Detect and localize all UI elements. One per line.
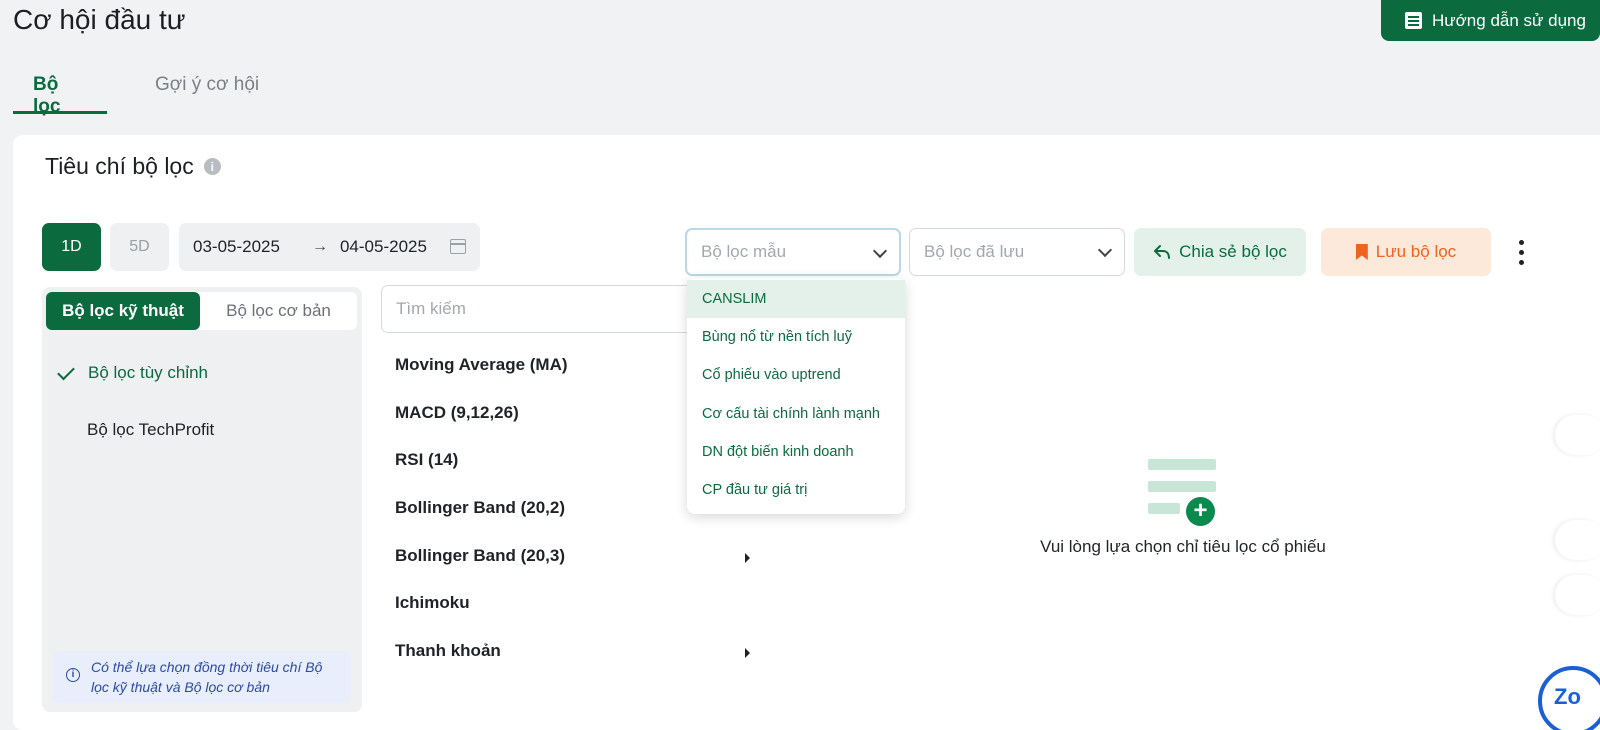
indicator-label: MACD (9,12,26)	[395, 402, 519, 422]
page-title: Cơ hội đầu tư	[13, 4, 186, 35]
indicator-label: Thanh khoản	[395, 641, 501, 661]
document-list-icon	[1405, 12, 1422, 29]
custom-filter-label: Bộ lọc tùy chỉnh	[88, 363, 209, 382]
custom-filter-item[interactable]: Bộ lọc tùy chỉnh	[56, 362, 209, 383]
technical-filter-tab[interactable]: Bộ lọc kỹ thuật	[46, 292, 200, 330]
date-range-picker[interactable]: 03-05-2025 → 04-05-2025	[179, 223, 480, 271]
filter-criteria-heading: Tiêu chí bộ lọc i	[45, 153, 221, 180]
share-reply-icon	[1154, 245, 1171, 259]
dot	[1518, 249, 1524, 255]
filter-criteria-title: Tiêu chí bộ lọc	[45, 153, 194, 179]
techprofit-filter-item[interactable]: Bộ lọc TechProfit	[87, 420, 214, 440]
indicator-item[interactable]: Thanh khoản	[395, 633, 765, 681]
sample-filter-dropdown: CANSLIM Bùng nổ từ nền tích luỹ Cổ phiếu…	[687, 278, 905, 514]
save-filter-button[interactable]: Lưu bộ lọc	[1321, 228, 1491, 276]
caret-right-icon	[745, 552, 750, 563]
indicator-label: Moving Average (MA)	[395, 355, 568, 374]
info-note: i Có thể lựa chọn đồng thời tiêu chí Bộ …	[53, 651, 351, 703]
saved-filter-placeholder: Bộ lọc đã lưu	[924, 242, 1025, 261]
tab-filter[interactable]: Bộ lọc	[13, 62, 107, 117]
dropdown-option[interactable]: Cơ cấu tài chính lành mạnh	[687, 395, 905, 433]
info-circle-icon: i	[66, 668, 80, 682]
chevron-down-icon	[872, 243, 888, 259]
zalo-chat-icon[interactable]: Zo	[1538, 666, 1600, 730]
save-filter-label: Lưu bộ lọc	[1375, 242, 1457, 261]
side-widget-tab[interactable]	[1555, 575, 1600, 615]
sample-filter-select[interactable]: Bộ lọc mẫu	[685, 228, 901, 276]
dropdown-option[interactable]: Bùng nổ từ nền tích luỹ	[687, 318, 905, 356]
info-icon[interactable]: i	[203, 158, 221, 175]
dropdown-option[interactable]: CANSLIM	[687, 280, 905, 319]
date-to[interactable]: 04-05-2025	[340, 237, 427, 257]
share-filter-button[interactable]: Chia sẻ bộ lọc	[1134, 228, 1306, 276]
period-1d-button[interactable]: 1D	[42, 223, 101, 271]
period-5d-button[interactable]: 5D	[110, 223, 169, 271]
indicator-item[interactable]: Bollinger Band (20,3)	[395, 538, 765, 586]
plus-icon: +	[1186, 497, 1215, 526]
calendar-icon[interactable]	[450, 239, 466, 254]
saved-filter-select[interactable]: Bộ lọc đã lưu	[909, 228, 1125, 276]
dot	[1518, 259, 1524, 265]
user-guide-label: Hướng dẫn sử dụng	[1432, 10, 1586, 30]
date-from[interactable]: 03-05-2025	[193, 237, 280, 257]
empty-state-text: Vui lòng lựa chọn chỉ tiêu lọc cổ phiếu	[1040, 537, 1326, 556]
indicator-label: RSI (14)	[395, 450, 459, 470]
tab-opportunity-suggestions[interactable]: Gợi ý cơ hội	[135, 62, 279, 114]
empty-state: + Vui lòng lựa chọn chỉ tiêu lọc cổ phiế…	[1013, 455, 1353, 557]
user-guide-button[interactable]: Hướng dẫn sử dụng	[1381, 0, 1600, 41]
arrow-right-icon: →	[311, 238, 328, 255]
fundamental-filter-tab[interactable]: Bộ lọc cơ bản	[200, 292, 357, 330]
caret-right-icon	[745, 648, 750, 659]
side-widget-tab[interactable]	[1555, 520, 1600, 560]
indicator-item[interactable]: Ichimoku	[395, 585, 765, 633]
dropdown-option[interactable]: DN đột biến kinh doanh	[687, 433, 905, 471]
info-note-text: Có thể lựa chọn đồng thời tiêu chí Bộ lọ…	[91, 659, 323, 695]
filter-criteria-card: Tiêu chí bộ lọc i 1D 5D 03-05-2025 → 04-…	[13, 135, 1600, 730]
indicator-label: Bollinger Band (20,3)	[395, 545, 566, 565]
filter-type-panel: Bộ lọc kỹ thuật Bộ lọc cơ bản Bộ lọc tùy…	[42, 287, 362, 712]
main-tabs: Bộ lọc Gợi ý cơ hội	[13, 62, 279, 117]
more-options-icon[interactable]	[1513, 233, 1529, 271]
bookmark-icon	[1355, 244, 1368, 260]
indicator-label: Ichimoku	[395, 593, 470, 613]
indicator-label: Bollinger Band (20,2)	[395, 498, 566, 518]
empty-list-add-icon: +	[1148, 455, 1218, 526]
sample-filter-placeholder: Bộ lọc mẫu	[701, 242, 787, 261]
indicator-search-input[interactable]	[381, 285, 711, 333]
filter-type-switch: Bộ lọc kỹ thuật Bộ lọc cơ bản	[46, 292, 357, 330]
dropdown-option[interactable]: CP đầu tư giá trị	[687, 471, 905, 509]
check-icon	[57, 362, 75, 380]
dropdown-option[interactable]: Cổ phiếu vào uptrend	[687, 356, 905, 394]
chevron-down-icon	[1097, 242, 1113, 258]
share-filter-label: Chia sẻ bộ lọc	[1179, 242, 1287, 261]
side-widget-tab[interactable]	[1555, 415, 1600, 455]
dot	[1518, 239, 1524, 245]
